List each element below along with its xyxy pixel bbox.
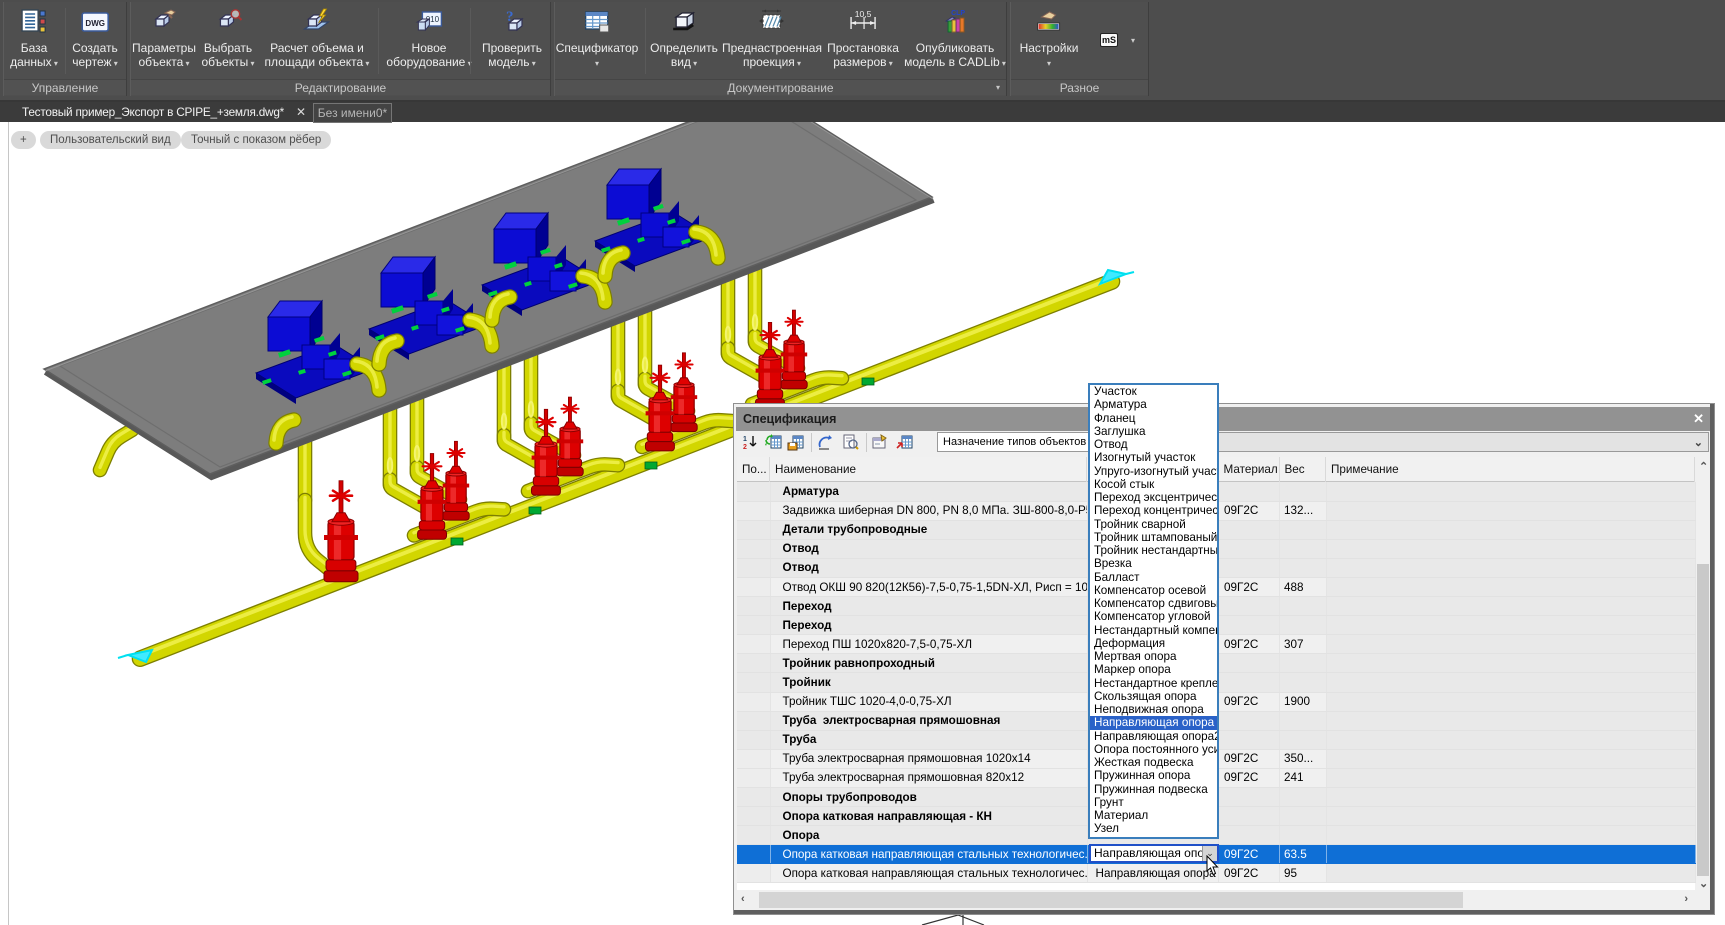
svg-text:2: 2 xyxy=(743,444,747,451)
svg-text:1: 1 xyxy=(743,436,747,443)
svg-text:CLP: CLP xyxy=(951,10,965,17)
svg-text:DWG: DWG xyxy=(85,19,105,28)
svg-text:10,5: 10,5 xyxy=(855,9,872,19)
